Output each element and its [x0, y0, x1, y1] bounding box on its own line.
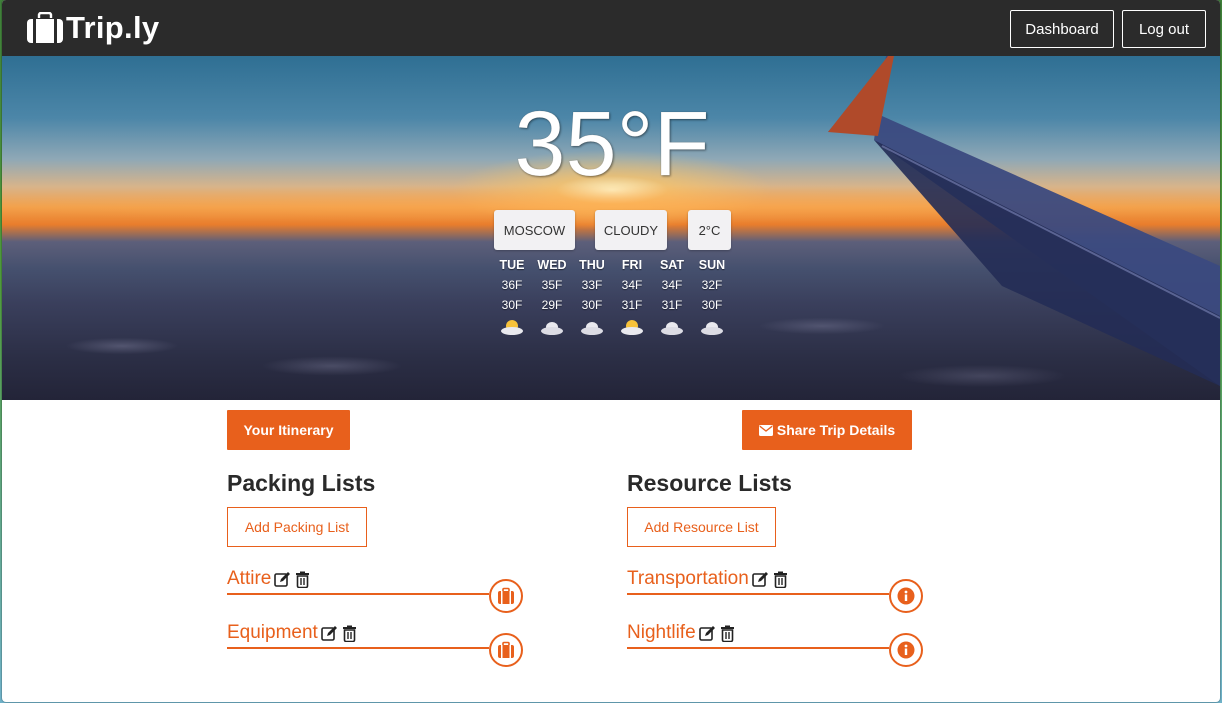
your-itinerary-button[interactable]: Your Itinerary	[227, 410, 350, 450]
share-trip-details-button[interactable]: Share Trip Details	[742, 410, 912, 450]
list-item: Attire	[227, 567, 524, 613]
packing-list-name[interactable]: Attire	[227, 567, 271, 591]
brand-text: Trip.ly	[66, 10, 160, 45]
celsius-badge: 2°C	[688, 210, 731, 250]
forecast-day-name: FRI	[621, 258, 643, 272]
forecast-low: 31F	[661, 298, 683, 312]
suitcase-icon	[498, 587, 514, 604]
trash-icon[interactable]	[294, 571, 311, 588]
forecast-day: FRI 34F 31F	[612, 257, 652, 335]
forecast-low: 29F	[541, 298, 563, 312]
current-temperature: 35°F	[514, 93, 710, 195]
app-window: Trip.ly Dashboard Log out 35°F MOSCOW CL…	[2, 0, 1220, 702]
open-resource-list-button[interactable]	[889, 579, 923, 613]
logout-button[interactable]: Log out	[1122, 10, 1206, 48]
forecast-low: 31F	[621, 298, 643, 312]
resource-lists-title: Resource Lists	[627, 470, 792, 496]
forecast-day-name: WED	[537, 258, 567, 272]
trash-icon[interactable]	[772, 571, 789, 588]
city-badge: MOSCOW	[494, 210, 575, 250]
partly-sunny-icon	[621, 320, 643, 335]
open-resource-list-button[interactable]	[889, 633, 923, 667]
forecast-day: SUN 32F 30F	[692, 257, 732, 335]
trash-icon[interactable]	[341, 625, 358, 642]
suitcase-icon	[27, 12, 63, 43]
dashboard-button[interactable]: Dashboard	[1010, 10, 1114, 48]
list-item: Equipment	[227, 621, 524, 667]
forecast-day-name: SUN	[698, 258, 726, 272]
cloud-icon	[541, 322, 563, 335]
open-packing-list-button[interactable]	[489, 633, 523, 667]
list-item: Transportation	[627, 567, 924, 613]
list-item: Nightlife	[627, 621, 924, 667]
forecast-high: 34F	[621, 278, 643, 292]
open-packing-list-button[interactable]	[489, 579, 523, 613]
forecast-low: 30F	[501, 298, 523, 312]
suitcase-icon	[498, 641, 514, 658]
resource-list-name[interactable]: Nightlife	[627, 621, 696, 645]
forecast-high: 36F	[501, 278, 523, 292]
cloud-icon	[701, 322, 723, 335]
forecast-high: 33F	[581, 278, 603, 292]
info-icon	[897, 587, 915, 605]
share-trip-details-label: Share Trip Details	[776, 422, 896, 438]
forecast-day: WED 35F 29F	[532, 257, 572, 335]
cloud-icon	[661, 322, 683, 335]
forecast-high: 32F	[701, 278, 723, 292]
edit-icon[interactable]	[752, 571, 769, 588]
your-itinerary-label: Your Itinerary	[243, 422, 334, 438]
edit-icon[interactable]	[274, 571, 291, 588]
trash-icon[interactable]	[719, 625, 736, 642]
info-icon	[897, 641, 915, 659]
forecast-day: SAT 34F 31F	[652, 257, 692, 335]
packing-lists-title: Packing Lists	[227, 470, 376, 496]
forecast-low: 30F	[701, 298, 723, 312]
condition-badge: CLOUDY	[595, 210, 667, 250]
cloud-icon	[581, 322, 603, 335]
add-packing-list-button[interactable]: Add Packing List	[227, 507, 367, 547]
add-resource-list-button[interactable]: Add Resource List	[627, 507, 776, 547]
brand-logo[interactable]: Trip.ly	[26, 8, 159, 48]
forecast-day: THU 33F 30F	[572, 257, 612, 335]
forecast-low: 30F	[581, 298, 603, 312]
forecast-day-name: SAT	[659, 258, 685, 272]
partly-sunny-icon	[501, 320, 523, 335]
forecast-day: TUE 36F 30F	[492, 257, 532, 335]
resource-list-name[interactable]: Transportation	[627, 567, 749, 591]
weekly-forecast: TUE 36F 30F WED 35F 29F THU 33F 30F FRI …	[492, 257, 732, 335]
navbar: Trip.ly Dashboard Log out	[2, 0, 1220, 56]
envelope-icon	[758, 424, 773, 436]
hero-banner: 35°F MOSCOW CLOUDY 2°C TUE 36F 30F WED 3…	[2, 56, 1220, 400]
edit-icon[interactable]	[321, 625, 338, 642]
packing-list-name[interactable]: Equipment	[227, 621, 318, 645]
forecast-day-name: THU	[579, 258, 605, 272]
forecast-high: 34F	[661, 278, 683, 292]
forecast-high: 35F	[541, 278, 563, 292]
edit-icon[interactable]	[698, 625, 716, 642]
forecast-day-name: TUE	[499, 258, 525, 272]
